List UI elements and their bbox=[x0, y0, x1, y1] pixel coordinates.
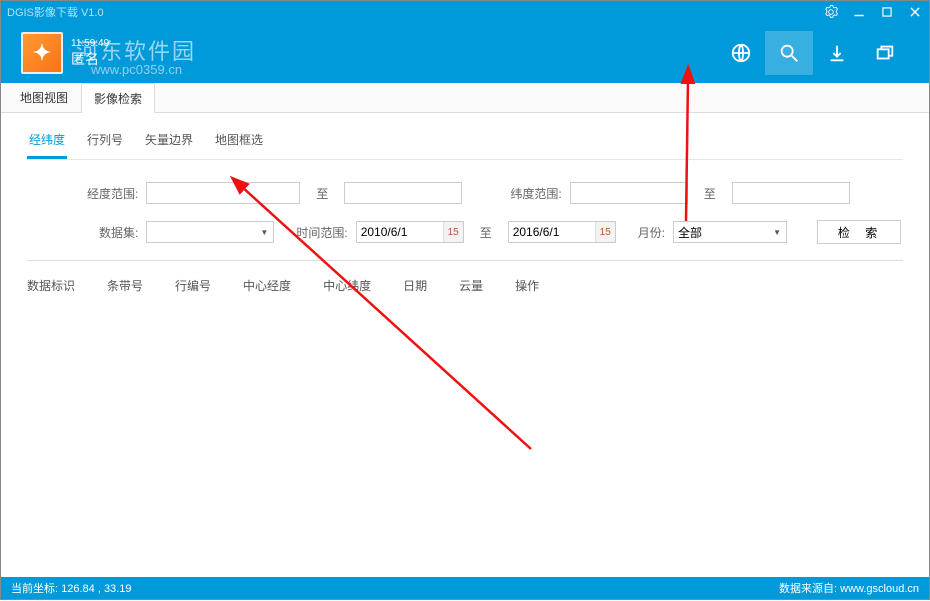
app-header: ✦ 河东软件园 www.pc0359.cn 11:59:49 匿名 bbox=[1, 23, 929, 83]
search-submit-button[interactable]: 检 索 bbox=[817, 220, 901, 244]
col-cloud: 云量 bbox=[459, 277, 483, 294]
window-title: DGIS影像下载 V1.0 bbox=[7, 4, 104, 20]
tab-mapframe[interactable]: 地图框选 bbox=[213, 127, 265, 159]
col-center-lat: 中心纬度 bbox=[323, 277, 371, 294]
divider bbox=[27, 260, 903, 261]
chevron-down-icon[interactable]: ▼ bbox=[768, 222, 786, 242]
lat-range-label: 纬度范围: bbox=[510, 185, 561, 202]
search-method-tabs: 经纬度 行列号 矢量边界 地图框选 bbox=[27, 127, 903, 160]
minimize-icon[interactable] bbox=[851, 4, 867, 20]
month-input[interactable] bbox=[674, 222, 768, 242]
lat-from-input[interactable] bbox=[570, 182, 688, 204]
date-to-picker[interactable]: 15 bbox=[508, 221, 616, 243]
month-label: 月份: bbox=[638, 224, 665, 241]
col-data-id: 数据标识 bbox=[27, 277, 75, 294]
status-coord: 当前坐标: 126.84 , 33.19 bbox=[11, 580, 131, 596]
windows-button[interactable] bbox=[861, 31, 909, 75]
form-row-filters: 数据集: ▼ 时间范围: 15 至 15 月份: ▼ 检 索 bbox=[27, 220, 903, 244]
settings-icon[interactable] bbox=[823, 4, 839, 20]
col-row: 行编号 bbox=[175, 277, 211, 294]
status-source: 数据来源自: www.gscloud.cn bbox=[779, 580, 919, 596]
lon-from-input[interactable] bbox=[146, 182, 300, 204]
header-username: 匿名 bbox=[71, 49, 109, 69]
lon-to-input[interactable] bbox=[344, 182, 462, 204]
download-button[interactable] bbox=[813, 31, 861, 75]
chevron-down-icon[interactable]: ▼ bbox=[255, 222, 273, 242]
close-icon[interactable] bbox=[907, 4, 923, 20]
time-range-label: 时间范围: bbox=[296, 224, 347, 241]
window-controls bbox=[823, 4, 923, 20]
search-button[interactable] bbox=[765, 31, 813, 75]
col-action: 操作 bbox=[515, 277, 539, 294]
dataset-input[interactable] bbox=[147, 222, 255, 242]
date-from-picker[interactable]: 15 bbox=[356, 221, 464, 243]
lat-to-sep: 至 bbox=[704, 185, 716, 202]
lon-to-sep: 至 bbox=[316, 185, 328, 202]
tab-lonlat[interactable]: 经纬度 bbox=[27, 127, 67, 159]
lat-to-input[interactable] bbox=[732, 182, 850, 204]
calendar-icon[interactable]: 15 bbox=[443, 222, 463, 242]
tab-vector[interactable]: 矢量边界 bbox=[143, 127, 195, 159]
header-time: 11:59:49 bbox=[71, 38, 109, 49]
calendar-icon[interactable]: 15 bbox=[595, 222, 615, 242]
tab-map-view[interactable]: 地图视图 bbox=[7, 82, 81, 112]
date-from-input[interactable] bbox=[357, 222, 443, 242]
results-columns: 数据标识 条带号 行编号 中心经度 中心纬度 日期 云量 操作 bbox=[27, 271, 903, 300]
content-area: 经纬度 行列号 矢量边界 地图框选 经度范围: 至 纬度范围: 至 数据集: ▼… bbox=[1, 113, 929, 314]
date-to-sep: 至 bbox=[480, 224, 492, 241]
tab-rowcol[interactable]: 行列号 bbox=[85, 127, 125, 159]
tab-image-search[interactable]: 影像检索 bbox=[81, 83, 155, 113]
main-tabs: 地图视图 影像检索 bbox=[1, 83, 929, 113]
col-strip: 条带号 bbox=[107, 277, 143, 294]
titlebar: DGIS影像下载 V1.0 bbox=[1, 1, 929, 23]
maximize-icon[interactable] bbox=[879, 4, 895, 20]
dataset-label: 数据集: bbox=[99, 224, 138, 241]
header-toolbar bbox=[717, 31, 909, 75]
globe-button[interactable] bbox=[717, 31, 765, 75]
month-select[interactable]: ▼ bbox=[673, 221, 787, 243]
status-bar: 当前坐标: 126.84 , 33.19 数据来源自: www.gscloud.… bbox=[1, 577, 929, 599]
col-center-lon: 中心经度 bbox=[243, 277, 291, 294]
lon-range-label: 经度范围: bbox=[87, 185, 138, 202]
date-to-input[interactable] bbox=[509, 222, 595, 242]
app-logo-icon: ✦ bbox=[21, 32, 63, 74]
col-date: 日期 bbox=[403, 277, 427, 294]
form-row-range: 经度范围: 至 纬度范围: 至 bbox=[27, 182, 903, 204]
dataset-select[interactable]: ▼ bbox=[146, 221, 274, 243]
